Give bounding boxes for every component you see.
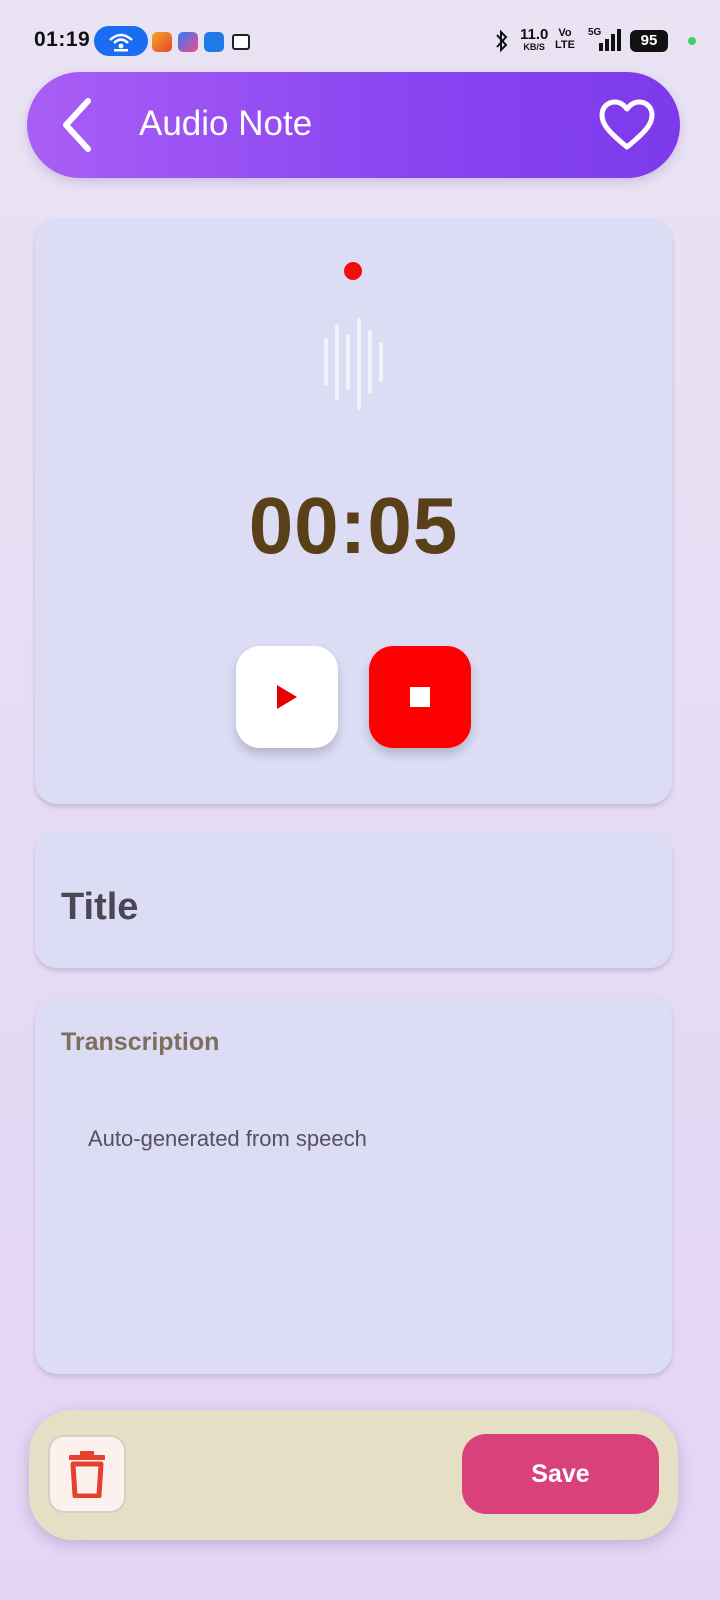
app-header: Audio Note [27, 72, 680, 178]
status-time: 01:19 [34, 28, 91, 51]
notification-app-icon-3 [204, 32, 224, 52]
status-bar: 01:19 11.0 KB/S Vo LTE 5G 95 [0, 0, 720, 72]
signal-icon [599, 29, 621, 51]
battery-indicator: 95 [630, 30, 668, 52]
favorite-button[interactable] [596, 96, 658, 154]
net-speed: 11.0 KB/S [520, 27, 548, 52]
chevron-left-icon [63, 98, 91, 152]
stop-icon [410, 687, 430, 707]
waveform-icon [324, 318, 383, 410]
title-field[interactable]: Title [35, 830, 672, 968]
back-button[interactable] [47, 94, 107, 156]
notification-app-icon-4 [232, 34, 250, 50]
title-placeholder: Title [61, 886, 139, 928]
recording-timer: 00:05 [248, 481, 459, 570]
recording-indicator [344, 262, 362, 280]
volte-indicator: Vo LTE [555, 27, 575, 51]
heart-outline-icon [599, 99, 655, 150]
recorder-card: 00:05 [35, 218, 672, 804]
transcription-label: Transcription [61, 1028, 220, 1056]
save-button[interactable]: Save [462, 1434, 659, 1514]
trash-icon [69, 1451, 105, 1498]
notification-app-icon-1 [152, 32, 172, 52]
stop-button[interactable] [369, 646, 471, 748]
notification-app-icon-2 [178, 32, 198, 52]
transcription-placeholder: Auto-generated from speech [88, 1126, 367, 1151]
delete-button[interactable] [48, 1435, 126, 1513]
net-speed-value: 11.0 [520, 26, 549, 43]
net-speed-unit: KB/S [523, 42, 545, 52]
volte-bottom: LTE [555, 38, 575, 51]
play-button[interactable] [236, 646, 338, 748]
bluetooth-icon [496, 29, 508, 53]
play-icon [277, 685, 297, 709]
status-dot [688, 37, 696, 45]
transcription-field[interactable]: Transcription Auto-generated from speech [35, 996, 672, 1374]
bottom-action-bar: Save [29, 1410, 678, 1540]
hotspot-icon [109, 33, 133, 52]
hotspot-indicator [94, 26, 148, 56]
page-title: Audio Note [139, 104, 313, 143]
volte-top: Vo [558, 27, 572, 39]
